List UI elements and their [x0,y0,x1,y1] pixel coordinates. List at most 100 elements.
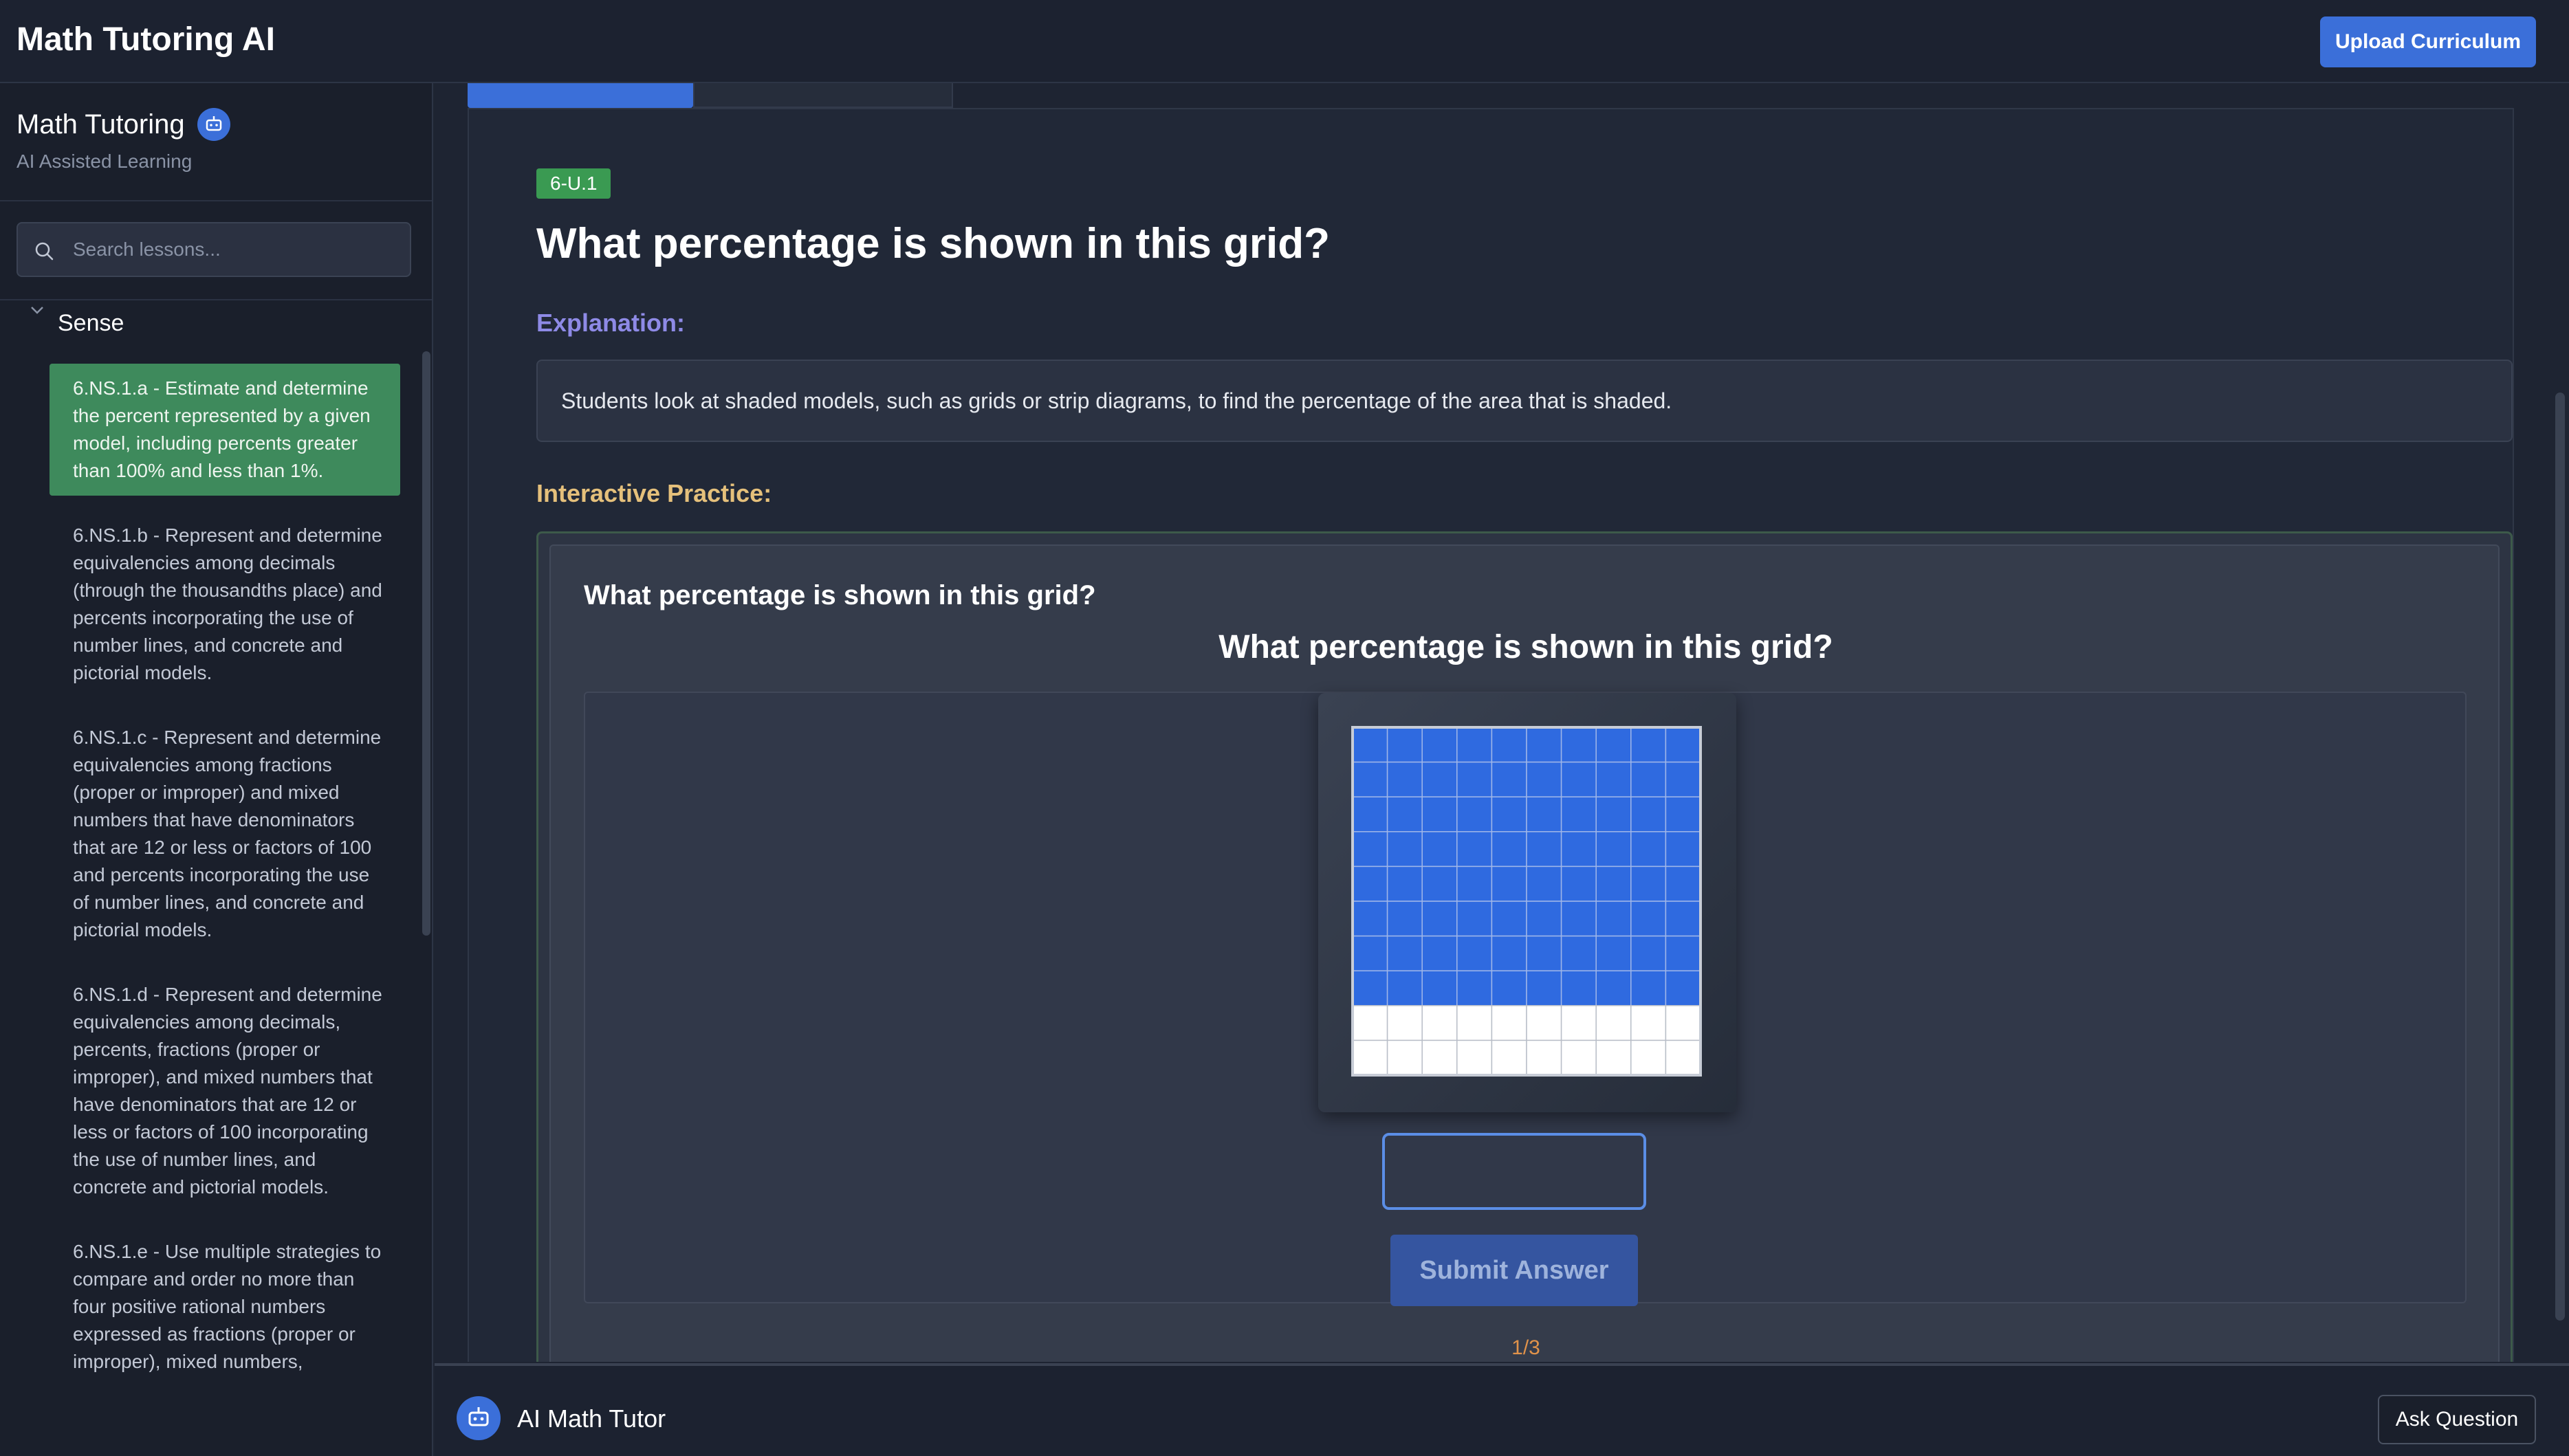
grid-cell-shaded [1352,831,1388,868]
grid-cell-shaded [1491,727,1527,763]
section-label[interactable]: Sense [58,310,124,337]
grid-cell-shaded [1560,935,1597,971]
explanation-heading: Explanation: [536,309,686,337]
main-scrollbar[interactable] [2555,393,2565,1321]
grid-cell-shaded [1386,865,1423,902]
grid-cell-shaded [1456,727,1493,763]
grid-cell-shaded [1456,865,1493,902]
grid-cell-shaded [1665,761,1701,797]
grid-cell-shaded [1421,761,1458,797]
lesson-item-6ns1d[interactable]: 6.NS.1.d - Represent and determine equiv… [50,970,400,1212]
grid-cell-unshaded [1491,1039,1527,1076]
grid-cell-shaded [1491,865,1527,902]
tutor-bar: AI Math Tutor Ask Question [435,1363,2569,1456]
grid-cell-shaded [1526,727,1562,763]
lesson-item-6ns1b[interactable]: 6.NS.1.b - Represent and determine equiv… [50,511,400,698]
grid-cell-shaded [1630,901,1667,937]
divider [0,200,432,201]
grid-cell-shaded [1421,901,1458,937]
grid-cell-shaded [1560,865,1597,902]
practice-container: What percentage is shown in this grid? W… [536,531,2513,1362]
practice-card: What percentage is shown in this grid? W… [549,544,2500,1362]
grid-cell-unshaded [1491,1005,1527,1041]
grid-cell-shaded [1665,935,1701,971]
grid-cell-shaded [1560,901,1597,937]
grid-cell-shaded [1630,935,1667,971]
grid-cell-unshaded [1560,1039,1597,1076]
explanation-text: Students look at shaded models, such as … [561,388,1672,413]
grid-cell-shaded [1386,761,1423,797]
search-input[interactable] [73,223,403,276]
grid-cell-shaded [1630,796,1667,832]
sidebar-scrollbar[interactable] [422,351,430,936]
grid-cell-shaded [1595,727,1632,763]
brand-title: Math Tutoring [17,109,185,140]
grid-cell-shaded [1665,901,1701,937]
grid-cell-shaded [1352,727,1388,763]
grid-cell-unshaded [1560,1005,1597,1041]
grid-cell-shaded [1665,727,1701,763]
grid-cell-unshaded [1526,1039,1562,1076]
grid-cell-shaded [1386,796,1423,832]
grid-cell-shaded [1352,865,1388,902]
lesson-list: 6.NS.1.a - Estimate and determine the pe… [50,364,400,1402]
grid-cell-unshaded [1421,1039,1458,1076]
grid-cell-shaded [1595,865,1632,902]
grid-cell-shaded [1630,761,1667,797]
grid-cell-shaded [1665,796,1701,832]
tab-lesson[interactable] [468,83,693,108]
lesson-item-6ns1c[interactable]: 6.NS.1.c - Represent and determine equiv… [50,713,400,955]
activity-area: Submit Answer [584,692,2467,1306]
tab-secondary[interactable] [693,83,953,108]
grid-cell-shaded [1491,761,1527,797]
grid-cell-shaded [1386,901,1423,937]
grid-cell-shaded [1665,970,1701,1006]
grid-cell-shaded [1630,970,1667,1006]
grid-cell-unshaded [1352,1039,1388,1076]
search-box[interactable] [17,222,411,277]
grid-cell-shaded [1560,727,1597,763]
answer-input[interactable] [1382,1133,1646,1210]
grid-cell-shaded [1630,727,1667,763]
brand: Math Tutoring [17,108,231,141]
submit-answer-button[interactable]: Submit Answer [1390,1235,1638,1306]
upload-curriculum-button[interactable]: Upload Curriculum [2320,16,2536,67]
grid-cell-unshaded [1665,1039,1701,1076]
chevron-down-icon[interactable] [28,300,47,320]
grid-cell-shaded [1630,831,1667,868]
lesson-panel: 6-U.1 What percentage is shown in this g… [468,108,2514,1362]
grid-cell-shaded [1595,796,1632,832]
grid-cell-shaded [1421,935,1458,971]
robot-icon [457,1396,501,1440]
search-icon [35,242,54,261]
grid-cell-shaded [1352,901,1388,937]
standard-badge: 6-U.1 [536,168,611,199]
grid-cell-unshaded [1456,1005,1493,1041]
grid-cell-shaded [1491,970,1527,1006]
explanation-box: Students look at shaded models, such as … [536,360,2513,442]
grid-cell-unshaded [1526,1005,1562,1041]
grid-cell-shaded [1665,865,1701,902]
grid-cell-shaded [1595,935,1632,971]
lesson-item-6ns1e[interactable]: 6.NS.1.e - Use multiple strategies to co… [50,1227,400,1387]
grid-cell-shaded [1526,761,1562,797]
grid-cell-shaded [1665,831,1701,868]
lesson-item-6ns1a[interactable]: 6.NS.1.a - Estimate and determine the pe… [50,364,400,496]
grid-cell-unshaded [1386,1005,1423,1041]
grid-cell-shaded [1630,865,1667,902]
grid-cell-shaded [1526,935,1562,971]
ask-question-button[interactable]: Ask Question [2378,1395,2536,1444]
grid-cell-shaded [1456,831,1493,868]
grid-cell-shaded [1456,901,1493,937]
grid-cell-shaded [1526,831,1562,868]
grid-cell-shaded [1491,831,1527,868]
grid-cell-unshaded [1630,1039,1667,1076]
grid-cell-unshaded [1595,1005,1632,1041]
brand-subtitle: AI Assisted Learning [17,151,193,172]
grid-cell-shaded [1421,796,1458,832]
grid-cell-unshaded [1665,1005,1701,1041]
grid-cell-shaded [1352,796,1388,832]
grid-cell-unshaded [1352,1005,1388,1041]
grid-cell-shaded [1491,901,1527,937]
grid-cell-shaded [1421,970,1458,1006]
